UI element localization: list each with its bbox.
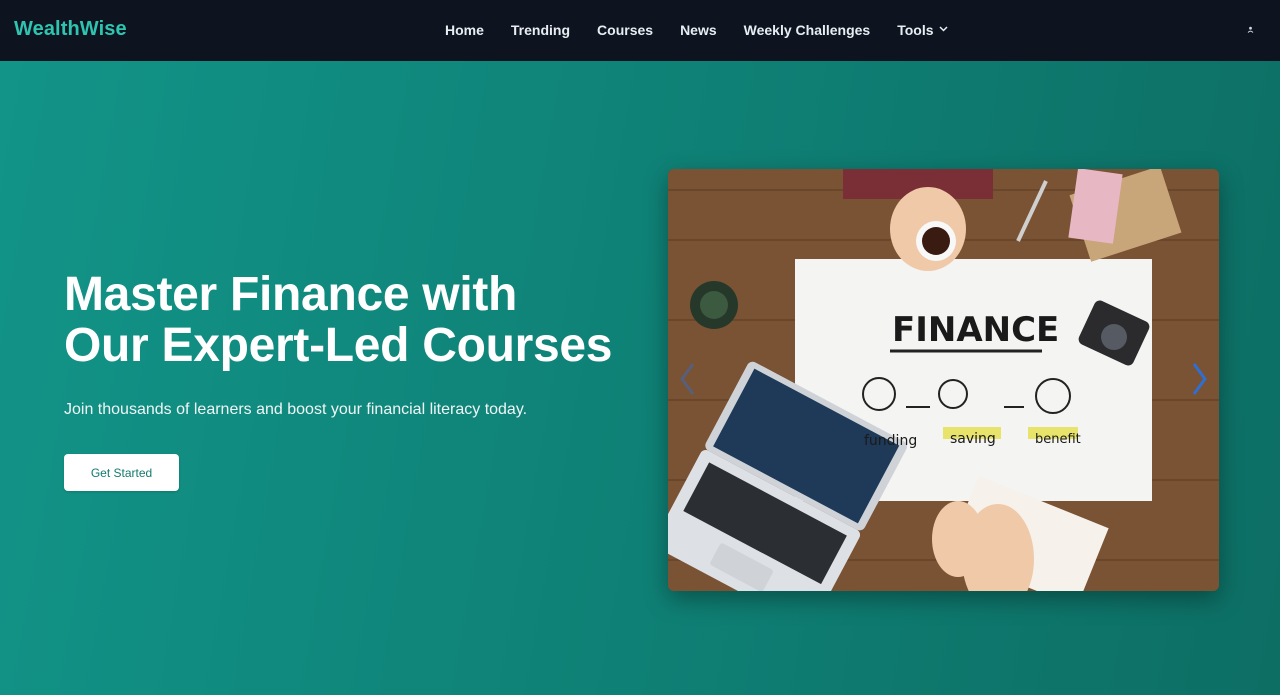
carousel-next-button[interactable] <box>1185 359 1215 399</box>
user-icon[interactable] <box>1247 26 1254 33</box>
chevron-left-icon <box>679 362 695 396</box>
image-carousel[interactable]: FINANCE funding saving benefit <box>668 169 1219 591</box>
board-label-saving: saving <box>950 431 996 447</box>
carousel-prev-button[interactable] <box>672 359 702 399</box>
nav-home[interactable]: Home <box>445 22 484 38</box>
nav-news[interactable]: News <box>680 22 717 38</box>
main-nav: Home Trending Courses News Weekly Challe… <box>445 22 975 38</box>
nav-tools-dropdown[interactable]: Tools <box>897 22 948 38</box>
nav-trending[interactable]: Trending <box>511 22 570 38</box>
nav-weekly-challenges[interactable]: Weekly Challenges <box>744 22 871 38</box>
hero-subtitle: Join thousands of learners and boost you… <box>64 401 528 418</box>
board-title: FINANCE <box>892 310 1059 350</box>
hero-headline: Master Finance with Our Expert-Led Cours… <box>64 269 664 371</box>
board-label-funding: funding <box>864 433 917 449</box>
hero-section: Master Finance with Our Expert-Led Cours… <box>0 61 1280 695</box>
board-label-benefit: benefit <box>1035 432 1081 447</box>
brand-logo[interactable]: WealthWise <box>14 18 127 41</box>
nav-courses[interactable]: Courses <box>597 22 653 38</box>
chevron-down-icon <box>938 24 948 34</box>
top-navbar: WealthWise Home Trending Courses News We… <box>0 0 1280 61</box>
carousel-slide-image: FINANCE funding saving benefit <box>668 169 1219 591</box>
hero-headline-line2: Our Expert-Led Courses <box>64 319 613 372</box>
nav-tools-label: Tools <box>897 22 934 38</box>
chevron-right-icon <box>1192 362 1208 396</box>
get-started-button[interactable]: Get Started <box>64 454 179 491</box>
hero-headline-line1: Master Finance with <box>64 268 518 321</box>
